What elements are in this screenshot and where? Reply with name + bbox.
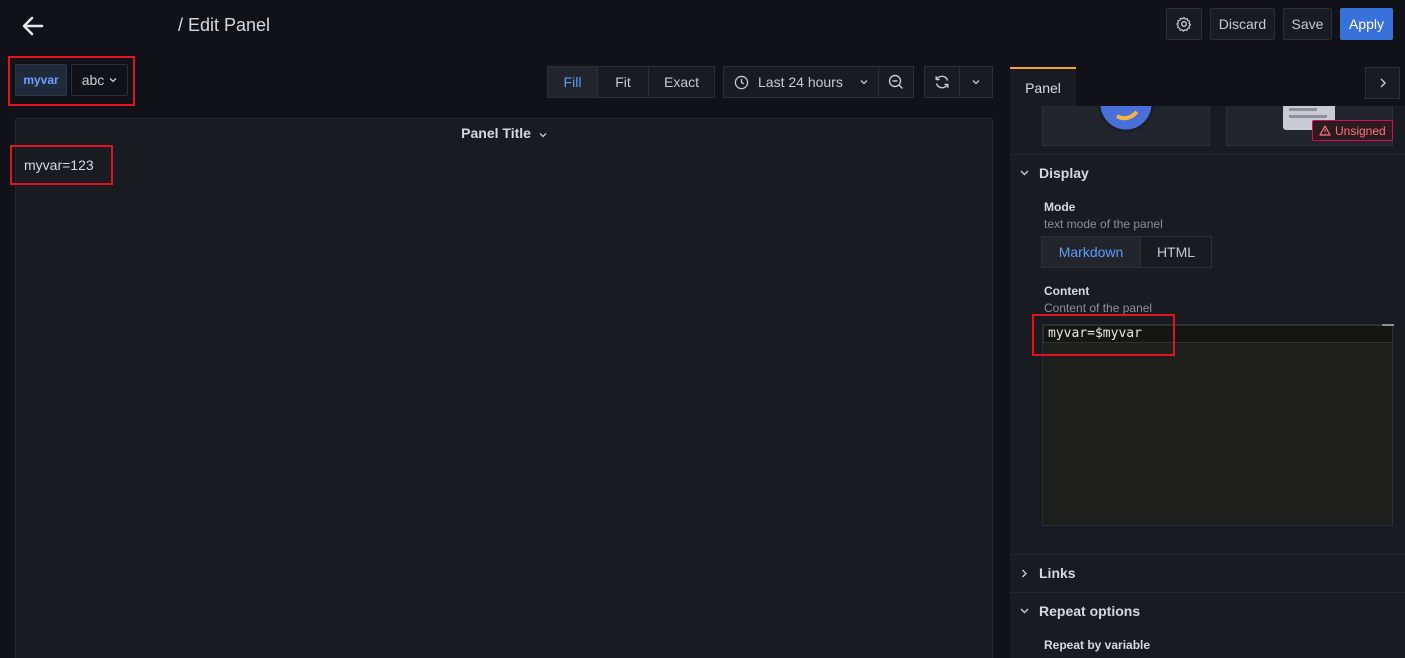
unsigned-label: Unsigned xyxy=(1335,123,1386,138)
chevron-down-icon xyxy=(1020,608,1029,614)
section-links-header[interactable]: Links xyxy=(1020,563,1076,583)
gear-icon xyxy=(1176,16,1192,32)
chevron-down-icon xyxy=(860,80,868,85)
page-title: / Edit Panel xyxy=(178,15,271,35)
refresh-interval-dropdown[interactable] xyxy=(959,66,993,98)
warning-icon xyxy=(1319,125,1331,136)
apply-button[interactable]: Apply xyxy=(1340,8,1393,40)
unsigned-badge: Unsigned xyxy=(1312,120,1393,141)
divider xyxy=(1010,554,1405,555)
edit-panel-page: / Edit Panel Discard Save Apply myvar ab… xyxy=(0,0,1405,658)
tab-panel[interactable]: Panel xyxy=(1010,67,1076,107)
collapse-sidebar-button[interactable] xyxy=(1365,67,1400,99)
content-description: Content of the panel xyxy=(1044,301,1153,315)
panel-title-menu[interactable]: Panel Title xyxy=(15,125,993,141)
settings-button[interactable] xyxy=(1166,8,1202,40)
chevron-down-icon xyxy=(1020,170,1029,176)
time-range-picker[interactable]: Last 24 hours xyxy=(723,66,879,98)
viz-card-current[interactable] xyxy=(1042,106,1210,146)
annotation-box-variable xyxy=(8,56,135,106)
divider xyxy=(1010,154,1405,155)
section-links-title: Links xyxy=(1039,565,1076,581)
editor-scrollbar[interactable] xyxy=(1382,324,1394,326)
panel-preview xyxy=(15,118,993,658)
refresh-button[interactable] xyxy=(924,66,960,98)
repeat-by-variable-label: Repeat by variable xyxy=(1044,638,1151,652)
section-display-header[interactable]: Display xyxy=(1020,163,1089,183)
arrow-left-icon xyxy=(22,16,44,36)
view-mode-fill[interactable]: Fill xyxy=(547,66,598,98)
chevron-down-icon xyxy=(972,80,980,85)
zoom-out-button[interactable] xyxy=(878,66,914,98)
chevron-right-icon xyxy=(1380,78,1386,88)
clock-icon xyxy=(734,75,749,89)
visualization-logo-icon xyxy=(1097,106,1155,133)
back-button[interactable] xyxy=(18,12,48,40)
annotation-box-panel-content xyxy=(10,145,113,185)
panel-title: Panel Title xyxy=(461,125,531,141)
view-mode-fit[interactable]: Fit xyxy=(597,66,649,98)
discard-button[interactable]: Discard xyxy=(1210,8,1275,40)
view-mode-exact[interactable]: Exact xyxy=(648,66,715,98)
section-display-title: Display xyxy=(1039,165,1089,181)
divider xyxy=(1010,592,1405,593)
chevron-down-icon xyxy=(539,133,547,138)
mode-html[interactable]: HTML xyxy=(1140,236,1212,268)
mode-label: Mode xyxy=(1044,200,1076,214)
save-button[interactable]: Save xyxy=(1283,8,1332,40)
refresh-icon xyxy=(935,75,949,89)
section-repeat-title: Repeat options xyxy=(1039,603,1141,619)
time-range-label: Last 24 hours xyxy=(758,74,843,90)
annotation-box-content-editor xyxy=(1032,314,1175,356)
mode-description: text mode of the panel xyxy=(1044,217,1163,231)
mode-markdown[interactable]: Markdown xyxy=(1041,236,1141,268)
zoom-out-icon xyxy=(888,74,903,89)
section-repeat-header[interactable]: Repeat options xyxy=(1020,601,1140,621)
content-label: Content xyxy=(1044,284,1090,298)
chevron-right-icon xyxy=(1022,569,1027,577)
